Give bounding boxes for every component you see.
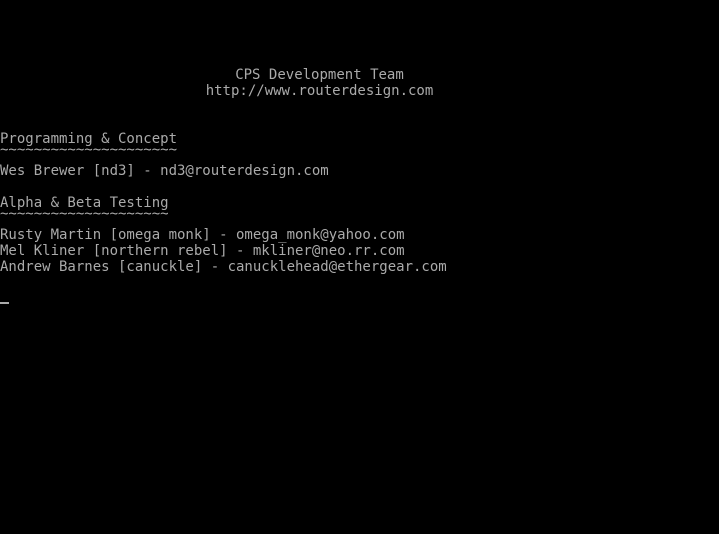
section-underline-programming: ~~~~~~~~~~~~~~~~~~~~~ [0,142,178,158]
console-screen: CPS Development Team http://www.routerde… [0,0,719,534]
credit-entry: Rusty Martin [omega monk] - omega_monk@y… [0,227,405,243]
credit-entry: Wes Brewer [nd3] - nd3@routerdesign.com [0,163,329,179]
credit-entry: Mel Kliner [northern rebel] - mkliner@ne… [0,243,405,259]
credit-entry: Andrew Barnes [canuckle] - canucklehead@… [0,259,447,275]
section-underline-testing: ~~~~~~~~~~~~~~~~~~~~ [0,206,169,222]
team-title: CPS Development Team [235,67,404,83]
team-url: http://www.routerdesign.com [205,83,434,99]
text-cursor [0,302,9,304]
